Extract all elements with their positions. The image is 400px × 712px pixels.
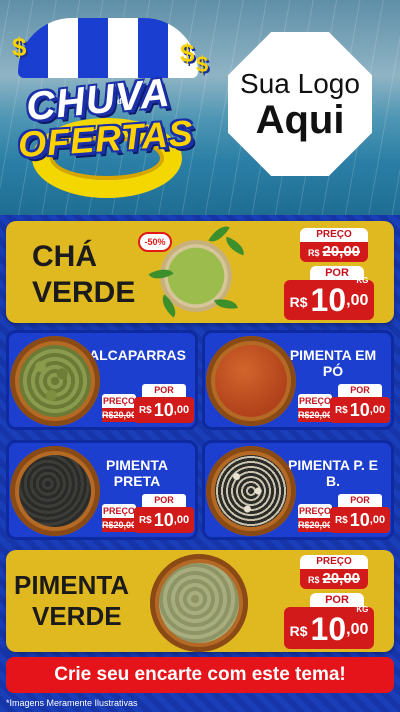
unit-label: KG [356, 276, 369, 285]
product-name-line2: VERDE [32, 276, 136, 309]
product-name-line1: PIMENTA [14, 570, 130, 600]
old-price: R$20,00 [300, 569, 368, 589]
logo-text-line2: Aqui [255, 98, 345, 142]
product-name-line2: VERDE [32, 601, 122, 632]
product-name-line1: CHÁ [32, 240, 97, 273]
preco-label: PREÇO [298, 394, 332, 408]
price-decimal: KG ,00 [346, 605, 369, 639]
preco-label: PREÇO [102, 394, 136, 408]
price-integer: 10 [310, 611, 347, 647]
old-price-value: R$20,00 [298, 410, 333, 420]
price-currency: R$ [289, 623, 308, 639]
product-name: PIMENTA VERDE [14, 570, 129, 632]
product-name: PIMENTA EM PÓ [289, 347, 377, 380]
umbrella-illustration [18, 18, 198, 78]
price-integer: 10 [349, 399, 370, 420]
new-price: R$ 10,00 [330, 397, 390, 423]
price-decimal-value: ,00 [346, 621, 369, 638]
preco-label: PREÇO [102, 504, 136, 518]
brand-title-de: de [117, 97, 127, 106]
new-price: R$ 10,00 [330, 507, 390, 533]
old-price: R$20,00 [300, 242, 368, 262]
old-price-currency: R$ [307, 248, 320, 258]
old-price-value: R$20,00 [102, 410, 137, 420]
black-pepper-contents [19, 455, 91, 527]
logo-placeholder: Sua Logo Aqui [228, 32, 372, 176]
price-currency: R$ [289, 294, 308, 310]
por-label: POR [338, 494, 382, 507]
cta-banner[interactable]: Crie seu encarte com este tema! [6, 657, 394, 693]
price-decimal: ,00 [369, 404, 386, 416]
dollar-icon: $ [196, 52, 209, 77]
price-integer: 10 [153, 399, 174, 420]
old-price-currency: R$ [307, 575, 320, 585]
price-currency: R$ [334, 514, 348, 526]
old-price: R$20,00 [102, 518, 136, 532]
new-price: R$ 10 KG ,00 [284, 605, 374, 649]
header-banner: $ $ $ CHUVA de OFERTAS Sua Logo Aqui [0, 0, 400, 215]
new-price: R$ 10,00 [134, 397, 194, 423]
price-decimal: ,00 [369, 514, 386, 526]
new-price: R$ 10 KG ,00 [284, 276, 374, 320]
dollar-icon: $ [12, 32, 27, 62]
new-price: R$ 10,00 [134, 507, 194, 533]
discount-badge: -50% [138, 232, 172, 252]
por-label: POR [142, 384, 186, 397]
old-price-value: R$20,00 [102, 520, 137, 530]
mixed-pepper-contents [215, 455, 287, 527]
capers-contents [19, 345, 91, 417]
price-integer: 10 [349, 509, 370, 530]
product-name: PIMENTA PRETA [106, 457, 168, 490]
price-currency: R$ [138, 514, 152, 526]
green-pepper-contents [159, 563, 239, 643]
price-integer: 10 [153, 509, 174, 530]
old-price: R$20,00 [298, 408, 332, 422]
preco-label: PREÇO [300, 228, 368, 242]
price-currency: R$ [138, 404, 152, 416]
green-pepper-bowl-image [150, 554, 248, 652]
preco-label: PREÇO [300, 555, 368, 569]
por-label: POR [142, 494, 186, 507]
old-price-value: R$20,00 [298, 520, 333, 530]
mixed-pepper-bowl-image [206, 446, 296, 536]
unit-label: KG [356, 605, 369, 614]
footnote: *Imagens Meramente Ilustrativas [6, 698, 138, 708]
old-price: R$20,00 [102, 408, 136, 422]
price-integer: 10 [310, 282, 347, 318]
price-decimal: KG ,00 [346, 276, 369, 310]
price-decimal-value: ,00 [346, 292, 369, 309]
price-decimal: ,00 [173, 514, 190, 526]
por-label: POR [338, 384, 382, 397]
logo-text-line1: Sua Logo [240, 68, 360, 99]
capers-bowl-image [10, 336, 100, 426]
old-price-value: 20,00 [322, 243, 361, 260]
product-name: ALCAPARRAS [89, 347, 186, 363]
black-pepper-bowl-image [10, 446, 100, 536]
old-price: R$20,00 [298, 518, 332, 532]
price-currency: R$ [334, 404, 348, 416]
product-name: PIMENTA P. E B. [288, 457, 378, 490]
pepper-powder-contents [215, 345, 287, 417]
dollar-icon: $ [180, 38, 195, 68]
pepper-powder-bowl-image [206, 336, 296, 426]
preco-label: PREÇO [298, 504, 332, 518]
price-decimal: ,00 [173, 404, 190, 416]
product-name: CHÁ VERDE [32, 239, 135, 311]
old-price-value: 20,00 [322, 570, 361, 587]
